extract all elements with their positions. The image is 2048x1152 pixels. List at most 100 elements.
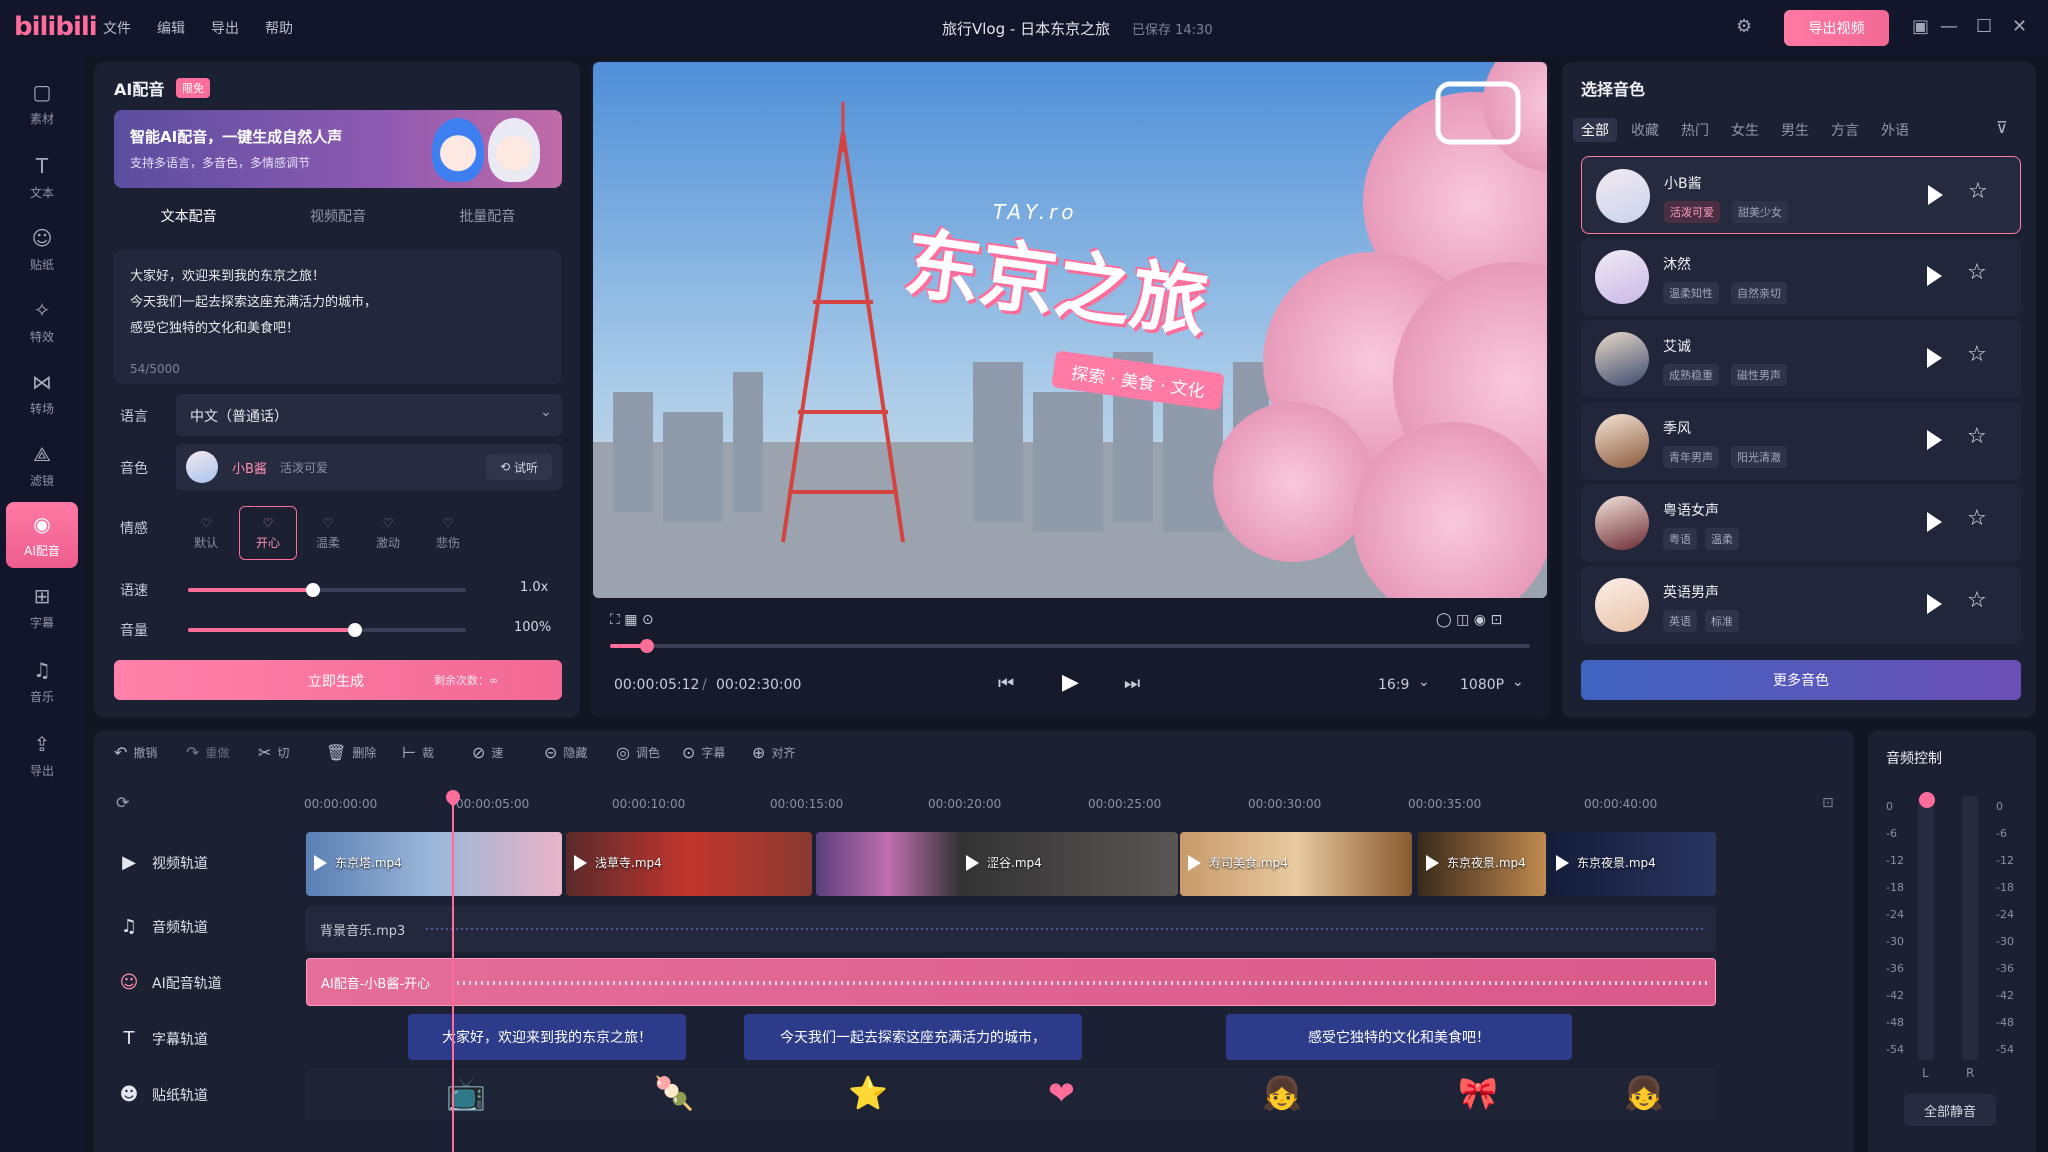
filter-all[interactable]: 全部: [1573, 118, 1617, 142]
star-icon[interactable]: ☆: [1968, 179, 1988, 204]
slider-knob[interactable]: [347, 623, 362, 637]
minimize-icon[interactable]: —: [1940, 16, 1958, 37]
voice-card[interactable]: 艾诚 成熟稳重 磁性男声 ☆: [1581, 320, 2021, 398]
sidebar-item-filter[interactable]: ⟁ 滤镜: [6, 432, 78, 498]
emotion-sad[interactable]: ♡ 悲伤: [419, 506, 477, 560]
filter-hot[interactable]: 热门: [1681, 120, 1709, 140]
heart-sticker[interactable]: ❤: [1048, 1074, 1075, 1112]
settings-icon[interactable]: ⚙: [1736, 16, 1752, 37]
emotion-default[interactable]: ♡ 默认: [177, 506, 235, 560]
play-icon[interactable]: [1927, 266, 1942, 286]
ai-voice-clip[interactable]: AI配音-小B酱-开心: [306, 958, 1716, 1006]
redo-button[interactable]: ↷ 重做: [186, 743, 229, 762]
trim-button[interactable]: ⊢ 裁: [402, 743, 434, 762]
sidebar-item-effects[interactable]: ✧ 特效: [6, 288, 78, 354]
star-icon[interactable]: ☆: [1967, 260, 1987, 285]
tab-video-voice[interactable]: 视频配音: [310, 206, 366, 242]
filter-dialect[interactable]: 方言: [1831, 120, 1859, 140]
star-icon[interactable]: ☆: [1967, 424, 1987, 449]
play-icon[interactable]: [1928, 185, 1943, 205]
audio-clip[interactable]: 背景音乐.mp3: [306, 906, 1716, 952]
chevron-down-icon[interactable]: ⌄: [1512, 674, 1524, 690]
video-preview[interactable]: TAY.ro 东京之旅 探索 · 美食 · 文化: [593, 62, 1547, 598]
video-clip[interactable]: 涩谷.mp4: [816, 832, 1178, 896]
preview-button[interactable]: ⟲ 试听: [486, 454, 552, 480]
generate-button[interactable]: 立即生成 剩余次数：∞: [114, 660, 562, 700]
menu-edit[interactable]: 编辑: [157, 18, 185, 38]
undo-button[interactable]: ↶ 撤销: [114, 743, 157, 762]
voice-card[interactable]: 沐然 温柔知性 自然亲切 ☆: [1581, 238, 2021, 316]
delete-button[interactable]: 🗑 删除: [326, 743, 376, 762]
sidebar-item-transition[interactable]: ⋈ 转场: [6, 360, 78, 426]
script-textarea[interactable]: 大家好，欢迎来到我的东京之旅！ 今天我们一起去探索这座充满活力的城市， 感受它独…: [114, 250, 562, 384]
sidebar-item-subtitle[interactable]: ⊞ 字幕: [6, 574, 78, 640]
menu-help[interactable]: 帮助: [265, 18, 293, 38]
export-video-button[interactable]: 导出视频: [1784, 10, 1889, 46]
food-sticker[interactable]: 🍡: [654, 1074, 694, 1112]
playhead[interactable]: [452, 790, 454, 1152]
subtitle-clip[interactable]: 今天我们一起去探索这座充满活力的城市，: [744, 1014, 1082, 1060]
resolution-select[interactable]: 1080P: [1460, 677, 1504, 693]
hide-button[interactable]: ⊝ 隐藏: [544, 743, 587, 762]
play-icon[interactable]: [1927, 348, 1942, 368]
sidebar-item-media[interactable]: ▢ 素材: [6, 70, 78, 136]
filter-female[interactable]: 女生: [1731, 120, 1759, 140]
progress-knob[interactable]: [639, 639, 654, 653]
language-select[interactable]: 中文（普通话） ⌄: [176, 394, 562, 436]
chevron-down-icon[interactable]: ⌄: [1418, 674, 1430, 690]
mute-all-button[interactable]: 全部静音: [1904, 1094, 1996, 1126]
speed-slider[interactable]: [188, 583, 466, 597]
play-icon[interactable]: [1927, 512, 1942, 532]
character-sticker[interactable]: 👧: [1262, 1074, 1302, 1112]
emotion-excited[interactable]: ♡ 激动: [359, 506, 417, 560]
sidebar-item-text[interactable]: T 文本: [6, 144, 78, 210]
sidebar-item-ai-voice[interactable]: ◉ AI配音: [6, 502, 78, 568]
play-icon[interactable]: [1927, 430, 1942, 450]
character-sticker[interactable]: 👧: [1624, 1074, 1664, 1112]
fit-icon[interactable]: ⊡: [1822, 795, 1834, 811]
tab-batch-voice[interactable]: 批量配音: [459, 206, 515, 242]
crop-icon[interactable]: ⛶ ▦ ⊙: [610, 612, 654, 628]
snap-icon[interactable]: ⟳: [116, 793, 129, 812]
video-clip[interactable]: 寿司美食.mp4: [1180, 832, 1412, 896]
split-button[interactable]: ✂ 切: [258, 743, 289, 762]
star-icon[interactable]: ☆: [1967, 342, 1987, 367]
filter-foreign[interactable]: 外语: [1881, 120, 1909, 140]
subtitle-clip[interactable]: 感受它独特的文化和美食吧！: [1226, 1014, 1572, 1060]
menu-export[interactable]: 导出: [211, 18, 239, 38]
filter-icon[interactable]: ⊽: [1996, 118, 2008, 137]
text-sticker[interactable]: 🎀: [1458, 1074, 1498, 1112]
maximize-icon[interactable]: ☐: [1976, 16, 1992, 37]
color-button[interactable]: ◎ 调色: [616, 743, 660, 762]
volume-slider[interactable]: [188, 623, 466, 637]
video-clip[interactable]: 东京夜景.mp4: [1418, 832, 1546, 896]
promo-banner[interactable]: 智能AI配音，一键生成自然人声 支持多语言，多音色，多情感调节: [114, 110, 562, 188]
app-logo[interactable]: bilibili: [14, 12, 98, 42]
star-sticker[interactable]: ⭐: [848, 1074, 888, 1112]
emotion-gentle[interactable]: ♡ 温柔: [299, 506, 357, 560]
sidebar-item-export[interactable]: ⇪ 导出: [6, 722, 78, 788]
caption-button[interactable]: ⊙ 字幕: [682, 743, 725, 762]
layout-icon[interactable]: ▣: [1912, 16, 1929, 37]
tab-text-voice[interactable]: 文本配音: [161, 206, 217, 252]
play-icon[interactable]: ▶: [1062, 670, 1079, 695]
close-icon[interactable]: ✕: [2012, 16, 2027, 37]
display-icons[interactable]: ◯ ◫ ◉ ⊡: [1436, 612, 1502, 628]
skip-forward-icon[interactable]: ⏭: [1124, 673, 1140, 694]
filter-male[interactable]: 男生: [1781, 120, 1809, 140]
emotion-happy[interactable]: ♡ 开心: [239, 506, 297, 560]
more-voices-button[interactable]: 更多音色: [1581, 660, 2021, 700]
subtitle-clip[interactable]: 大家好，欢迎来到我的东京之旅！: [408, 1014, 686, 1060]
voice-card[interactable]: 季风 青年男声 阳光清澈 ☆: [1581, 402, 2021, 480]
play-icon[interactable]: [1927, 594, 1942, 614]
aspect-ratio-select[interactable]: 16:9: [1378, 677, 1409, 693]
video-clip[interactable]: 浅草寺.mp4: [566, 832, 812, 896]
sidebar-item-music[interactable]: ♫ 音乐: [6, 648, 78, 714]
voice-card[interactable]: 粤语女声 粤语 温柔 ☆: [1581, 484, 2021, 562]
video-clip[interactable]: 东京夜景.mp4: [1548, 832, 1716, 896]
filter-favorite[interactable]: 收藏: [1631, 120, 1659, 140]
star-icon[interactable]: ☆: [1967, 588, 1987, 613]
star-icon[interactable]: ☆: [1967, 506, 1987, 531]
slider-knob[interactable]: [306, 583, 321, 597]
voice-card[interactable]: 英语男声 英语 标准 ☆: [1581, 566, 2021, 644]
